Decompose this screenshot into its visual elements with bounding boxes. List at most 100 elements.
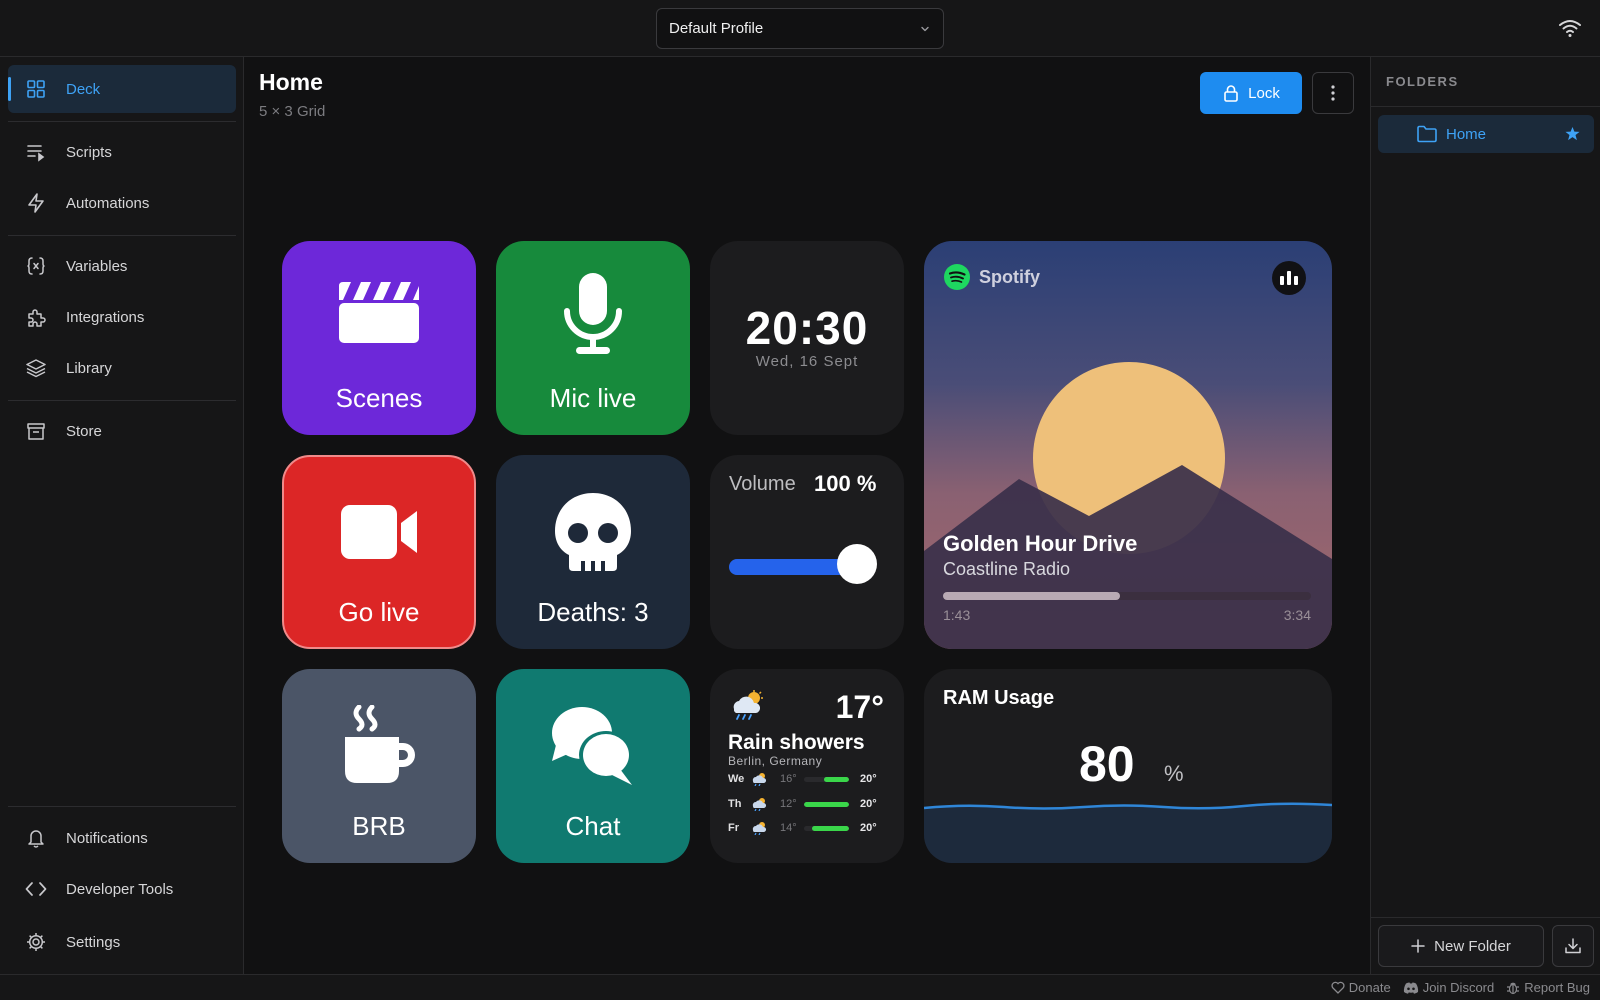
- volume-label: Volume: [729, 473, 796, 495]
- page-title: Home: [259, 69, 323, 95]
- spotify-label: Spotify: [979, 266, 1040, 287]
- sidebar-item-settings[interactable]: Settings: [8, 918, 236, 966]
- folders-divider: [1371, 106, 1600, 107]
- ram-usage-title: RAM Usage: [943, 687, 1055, 709]
- sidebar-item-label: Integrations: [66, 308, 145, 326]
- rain-showers-icon: [728, 689, 764, 726]
- tile-label: Chat: [565, 811, 621, 841]
- deaths-counter-tile[interactable]: Deaths: 3: [496, 455, 690, 649]
- report-bug-label: Report Bug: [1524, 980, 1590, 995]
- grid-size-label: 5 × 3 Grid: [259, 103, 326, 120]
- weather-tile[interactable]: 17° Rain showers Berlin, Germany We 16° …: [710, 669, 904, 863]
- forecast-row: Th 12° 20°: [728, 797, 888, 813]
- spotify-player-tile[interactable]: Spotify Golden Hour Drive Coastline Radi…: [924, 241, 1332, 649]
- chat-tile[interactable]: Chat: [496, 669, 690, 863]
- sidebar-item-store[interactable]: Store: [8, 407, 236, 455]
- code-icon: [25, 878, 47, 900]
- top-bar: Default Profile: [0, 0, 1600, 57]
- album-art: [924, 362, 1332, 649]
- mic-live-tile[interactable]: Mic live: [496, 241, 690, 435]
- report-bug-link[interactable]: Report Bug: [1506, 980, 1590, 995]
- ram-usage-tile[interactable]: RAM Usage 80 %: [924, 669, 1332, 863]
- clock-tile[interactable]: 20:30 Wed, 16 Sept: [710, 241, 904, 435]
- skull-icon: [496, 491, 690, 575]
- new-folder-label: New Folder: [1434, 937, 1511, 955]
- coffee-cup-icon: [282, 705, 476, 785]
- spotify-logo-icon: [943, 263, 971, 291]
- rain-showers-icon: [750, 772, 768, 789]
- clock-date: Wed, 16 Sept: [755, 353, 859, 370]
- layers-icon: [25, 357, 47, 379]
- sidebar-item-label: Store: [66, 422, 102, 440]
- sidebar-item-variables[interactable]: Variables: [8, 242, 236, 290]
- forecast-low: 16°: [780, 773, 797, 785]
- forecast-high: 20°: [860, 822, 877, 834]
- tile-label: BRB: [352, 811, 406, 841]
- tile-label: Deaths: 3: [537, 597, 649, 627]
- track-title: Golden Hour Drive: [943, 531, 1138, 556]
- lightning-icon: [25, 192, 47, 214]
- new-folder-button[interactable]: New Folder: [1378, 925, 1544, 967]
- bug-icon: [1506, 981, 1520, 995]
- puzzle-icon: [25, 306, 47, 328]
- donate-link[interactable]: Donate: [1331, 980, 1391, 995]
- scenes-tile[interactable]: Scenes: [282, 241, 476, 435]
- go-live-tile[interactable]: Go live: [282, 455, 476, 649]
- ram-usage-graph: [924, 802, 1332, 863]
- lock-button[interactable]: Lock: [1200, 72, 1302, 114]
- sidebar-item-developer-tools[interactable]: Developer Tools: [8, 865, 236, 913]
- forecast-day: Th: [728, 798, 742, 810]
- sidebar-divider: [8, 806, 236, 807]
- join-discord-label: Join Discord: [1422, 980, 1495, 995]
- sidebar-item-deck[interactable]: Deck: [8, 65, 236, 113]
- discord-icon: [1403, 981, 1419, 994]
- folder-label: Home: [1446, 125, 1487, 143]
- gear-icon: [25, 931, 47, 953]
- sidebar-item-scripts[interactable]: Scripts: [8, 128, 236, 176]
- folders-heading: FOLDERS: [1386, 74, 1459, 89]
- clapperboard-icon: [282, 281, 476, 345]
- sidebar-item-notifications[interactable]: Notifications: [8, 814, 236, 862]
- sidebar-item-label: Deck: [66, 80, 101, 98]
- sidebar-item-label: Automations: [66, 194, 150, 212]
- tile-label: Go live: [338, 597, 420, 627]
- sidebar-divider: [8, 235, 236, 236]
- sidebar-item-label: Notifications: [66, 829, 148, 847]
- folders-bottom-divider: [1371, 917, 1600, 918]
- profile-select[interactable]: Default Profile: [656, 8, 944, 49]
- bell-icon: [25, 827, 47, 849]
- spotify-brand: Spotify: [943, 263, 1040, 291]
- lock-icon: [1222, 84, 1240, 102]
- more-options-button[interactable]: [1312, 72, 1354, 114]
- sidebar-item-library[interactable]: Library: [8, 344, 236, 392]
- ram-usage-unit: %: [1164, 761, 1184, 786]
- sidebar-divider: [8, 121, 236, 122]
- app-window: Default Profile Deck Scripts Automations…: [0, 0, 1600, 1000]
- forecast-day: Fr: [728, 822, 739, 834]
- profile-select-value: Default Profile: [669, 20, 764, 37]
- star-icon[interactable]: [1565, 126, 1580, 141]
- folders-panel: FOLDERS Home New Folder: [1370, 57, 1600, 974]
- join-discord-link[interactable]: Join Discord: [1403, 980, 1495, 995]
- volume-slider-handle[interactable]: [837, 544, 877, 584]
- sidebar-item-integrations[interactable]: Integrations: [8, 293, 236, 341]
- sidebar-item-label: Variables: [66, 257, 128, 275]
- download-icon: [1564, 937, 1582, 955]
- volume-tile[interactable]: Volume 100 %: [710, 455, 904, 649]
- equalizer-icon: [1272, 261, 1306, 295]
- heart-icon: [1331, 981, 1345, 994]
- forecast-row: We 16° 20°: [728, 772, 888, 788]
- braces-icon: [25, 255, 47, 277]
- sidebar-item-automations[interactable]: Automations: [8, 179, 236, 227]
- chat-bubbles-icon: [496, 705, 690, 787]
- sidebar-divider: [8, 400, 236, 401]
- lock-button-label: Lock: [1248, 84, 1280, 102]
- kebab-menu-icon: [1331, 85, 1335, 101]
- brb-tile[interactable]: BRB: [282, 669, 476, 863]
- import-button[interactable]: [1552, 925, 1594, 967]
- weather-location: Berlin, Germany: [728, 754, 823, 768]
- playback-progress-track[interactable]: [943, 592, 1311, 600]
- wifi-icon: [1558, 18, 1582, 38]
- forecast-low: 12°: [780, 798, 797, 810]
- folder-item-home[interactable]: Home: [1378, 115, 1594, 153]
